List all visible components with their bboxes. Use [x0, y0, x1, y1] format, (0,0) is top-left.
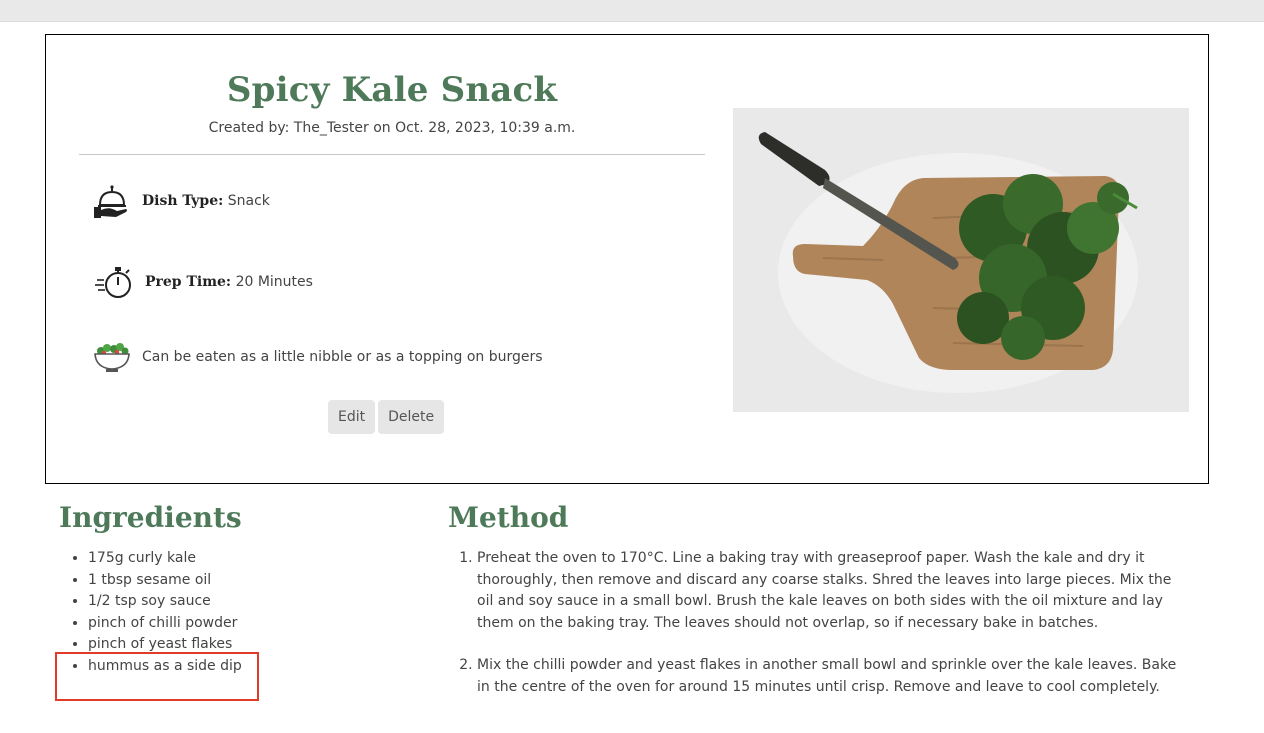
- description-row: Can be eaten as a little nibble or as a …: [92, 337, 543, 377]
- created-by-text: Created by: The_Tester on Oct. 28, 2023,…: [208, 120, 576, 136]
- list-item: 1/2 tsp soy sauce: [88, 591, 242, 613]
- ingredients-heading: Ingredients: [59, 501, 242, 534]
- description-text: Can be eaten as a little nibble or as a …: [142, 349, 543, 365]
- method-heading: Method: [448, 501, 569, 534]
- delete-button[interactable]: Delete: [378, 400, 445, 434]
- dish-type-row: Dish Type: Snack: [92, 181, 270, 221]
- edit-button[interactable]: Edit: [328, 400, 376, 434]
- prep-time-info: Prep Time: 20 Minutes: [145, 274, 313, 290]
- top-navbar: [0, 0, 1264, 22]
- prep-time-value: 20 Minutes: [235, 274, 313, 290]
- stopwatch-icon: [95, 262, 135, 302]
- method-step: Mix the chilli powder and yeast flakes i…: [477, 655, 1189, 698]
- method-list: Preheat the oven to 170°C. Line a baking…: [477, 548, 1189, 720]
- list-item: pinch of chilli powder: [88, 613, 242, 635]
- recipe-card: Spicy Kale Snack Created by: The_Tester …: [45, 34, 1209, 484]
- recipe-title: Spicy Kale Snack: [226, 70, 558, 110]
- dish-type-value: Snack: [227, 193, 270, 209]
- serving-cloche-icon: [92, 181, 132, 221]
- recipe-image: [733, 108, 1189, 412]
- prep-time-row: Prep Time: 20 Minutes: [95, 262, 313, 302]
- divider: [79, 154, 705, 155]
- dish-type-info: Dish Type: Snack: [142, 193, 270, 209]
- dish-type-label: Dish Type:: [142, 193, 224, 209]
- method-step: Preheat the oven to 170°C. Line a baking…: [477, 548, 1189, 634]
- list-item: 1 tbsp sesame oil: [88, 570, 242, 592]
- highlight-box: [55, 652, 259, 701]
- action-buttons: Edit Delete: [328, 400, 445, 434]
- list-item: 175g curly kale: [88, 548, 242, 570]
- salad-bowl-icon: [92, 337, 132, 377]
- prep-time-label: Prep Time:: [145, 274, 232, 290]
